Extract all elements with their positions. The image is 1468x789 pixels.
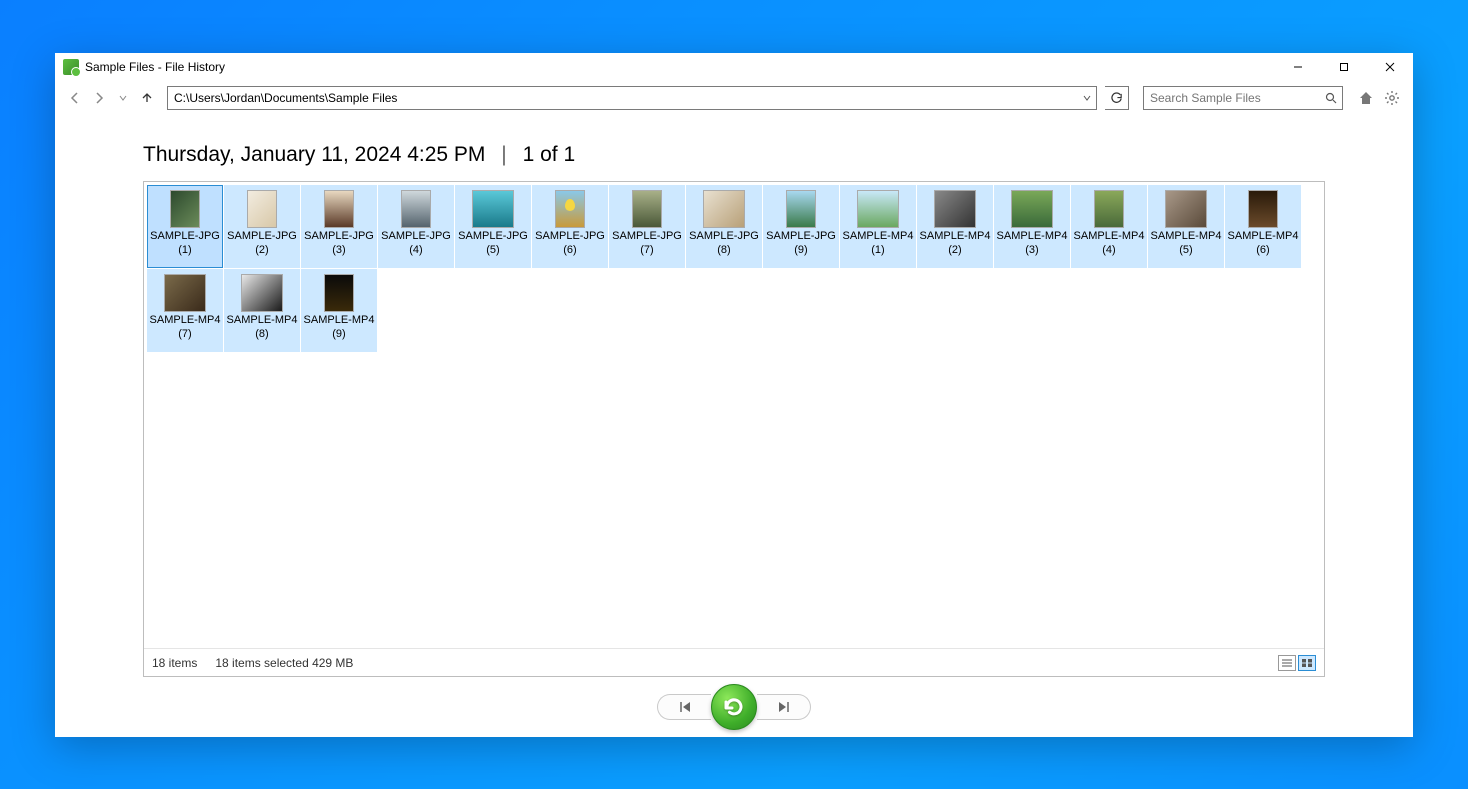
back-button[interactable]	[65, 88, 85, 108]
file-item[interactable]: SAMPLE-MP4 (4)	[1071, 185, 1147, 268]
file-item[interactable]: SAMPLE-JPG (5)	[455, 185, 531, 268]
file-thumbnail	[1165, 190, 1207, 228]
file-thumbnail	[164, 274, 206, 312]
file-name-label: SAMPLE-JPG (5)	[456, 228, 530, 258]
titlebar: Sample Files - File History	[55, 53, 1413, 81]
thumbnails-view-button[interactable]	[1298, 655, 1316, 671]
address-dropdown-button[interactable]	[1078, 87, 1096, 109]
separator: |	[501, 143, 506, 166]
minimize-button[interactable]	[1275, 53, 1321, 81]
file-thumbnail	[324, 274, 354, 312]
file-thumbnail	[786, 190, 816, 228]
file-name-label: SAMPLE-JPG (2)	[225, 228, 299, 258]
file-name-label: SAMPLE-JPG (6)	[533, 228, 607, 258]
window-controls	[1275, 53, 1413, 81]
file-name-label: SAMPLE-MP4 (5)	[1149, 228, 1223, 258]
file-thumbnail	[1094, 190, 1124, 228]
file-thumbnail	[247, 190, 277, 228]
forward-button[interactable]	[89, 88, 109, 108]
navbar	[55, 81, 1413, 115]
home-button[interactable]	[1355, 87, 1377, 109]
file-name-label: SAMPLE-JPG (4)	[379, 228, 453, 258]
selection-info: 18 items selected 429 MB	[215, 656, 353, 670]
file-name-label: SAMPLE-MP4 (7)	[148, 312, 222, 342]
file-item[interactable]: SAMPLE-MP4 (3)	[994, 185, 1070, 268]
previous-version-button[interactable]	[657, 694, 711, 720]
file-thumbnail	[472, 190, 514, 228]
address-bar[interactable]	[167, 86, 1097, 110]
file-item[interactable]: SAMPLE-MP4 (8)	[224, 269, 300, 352]
close-button[interactable]	[1367, 53, 1413, 81]
file-name-label: SAMPLE-MP4 (1)	[841, 228, 915, 258]
file-item[interactable]: SAMPLE-JPG (9)	[763, 185, 839, 268]
refresh-button[interactable]	[1105, 86, 1129, 110]
status-bar: 18 items 18 items selected 429 MB	[144, 648, 1324, 676]
view-buttons	[1278, 655, 1316, 671]
file-name-label: SAMPLE-MP4 (3)	[995, 228, 1069, 258]
file-thumbnail	[1011, 190, 1053, 228]
file-thumbnail	[555, 190, 585, 228]
file-item[interactable]: SAMPLE-MP4 (2)	[917, 185, 993, 268]
file-pane: SAMPLE-JPG (1)SAMPLE-JPG (2)SAMPLE-JPG (…	[143, 181, 1325, 677]
file-thumbnail	[1248, 190, 1278, 228]
file-thumbnail	[857, 190, 899, 228]
file-thumbnail	[703, 190, 745, 228]
file-item[interactable]: SAMPLE-MP4 (9)	[301, 269, 377, 352]
search-input[interactable]	[1144, 91, 1320, 105]
file-name-label: SAMPLE-JPG (9)	[764, 228, 838, 258]
file-name-label: SAMPLE-JPG (8)	[687, 228, 761, 258]
item-count: 18 items	[152, 656, 197, 670]
file-item[interactable]: SAMPLE-JPG (4)	[378, 185, 454, 268]
up-button[interactable]	[137, 88, 157, 108]
file-thumbnail	[170, 190, 200, 228]
file-item[interactable]: SAMPLE-MP4 (1)	[840, 185, 916, 268]
file-thumbnail	[241, 274, 283, 312]
search-box[interactable]	[1143, 86, 1343, 110]
file-item[interactable]: SAMPLE-JPG (3)	[301, 185, 377, 268]
window-title: Sample Files - File History	[85, 60, 225, 74]
file-item[interactable]: SAMPLE-MP4 (7)	[147, 269, 223, 352]
file-item[interactable]: SAMPLE-JPG (1)	[147, 185, 223, 268]
file-name-label: SAMPLE-JPG (7)	[610, 228, 684, 258]
file-item[interactable]: SAMPLE-MP4 (6)	[1225, 185, 1301, 268]
restore-button[interactable]	[711, 684, 757, 730]
bottom-controls	[143, 677, 1325, 737]
file-item[interactable]: SAMPLE-JPG (7)	[609, 185, 685, 268]
file-thumbnail	[324, 190, 354, 228]
next-version-button[interactable]	[757, 694, 811, 720]
file-thumbnail	[401, 190, 431, 228]
file-item[interactable]: SAMPLE-JPG (8)	[686, 185, 762, 268]
app-icon	[63, 59, 79, 75]
file-thumbnail	[934, 190, 976, 228]
file-history-window: Sample Files - File History	[55, 53, 1413, 737]
file-name-label: SAMPLE-MP4 (6)	[1226, 228, 1300, 258]
search-icon	[1320, 92, 1342, 104]
file-name-label: SAMPLE-JPG (3)	[302, 228, 376, 258]
details-view-button[interactable]	[1278, 655, 1296, 671]
maximize-button[interactable]	[1321, 53, 1367, 81]
version-header: Thursday, January 11, 2024 4:25 PM | 1 o…	[143, 125, 1325, 181]
content-area: Thursday, January 11, 2024 4:25 PM | 1 o…	[55, 115, 1413, 737]
file-name-label: SAMPLE-MP4 (2)	[918, 228, 992, 258]
file-grid[interactable]: SAMPLE-JPG (1)SAMPLE-JPG (2)SAMPLE-JPG (…	[144, 182, 1324, 648]
version-position: 1 of 1	[523, 143, 576, 166]
file-name-label: SAMPLE-MP4 (8)	[225, 312, 299, 342]
settings-button[interactable]	[1381, 87, 1403, 109]
file-name-label: SAMPLE-MP4 (9)	[302, 312, 376, 342]
file-item[interactable]: SAMPLE-JPG (2)	[224, 185, 300, 268]
recent-locations-button[interactable]	[113, 88, 133, 108]
file-name-label: SAMPLE-MP4 (4)	[1072, 228, 1146, 258]
file-item[interactable]: SAMPLE-MP4 (5)	[1148, 185, 1224, 268]
file-name-label: SAMPLE-JPG (1)	[148, 228, 222, 258]
version-timestamp: Thursday, January 11, 2024 4:25 PM	[143, 143, 485, 166]
address-input[interactable]	[168, 91, 1078, 105]
file-item[interactable]: SAMPLE-JPG (6)	[532, 185, 608, 268]
file-thumbnail	[632, 190, 662, 228]
